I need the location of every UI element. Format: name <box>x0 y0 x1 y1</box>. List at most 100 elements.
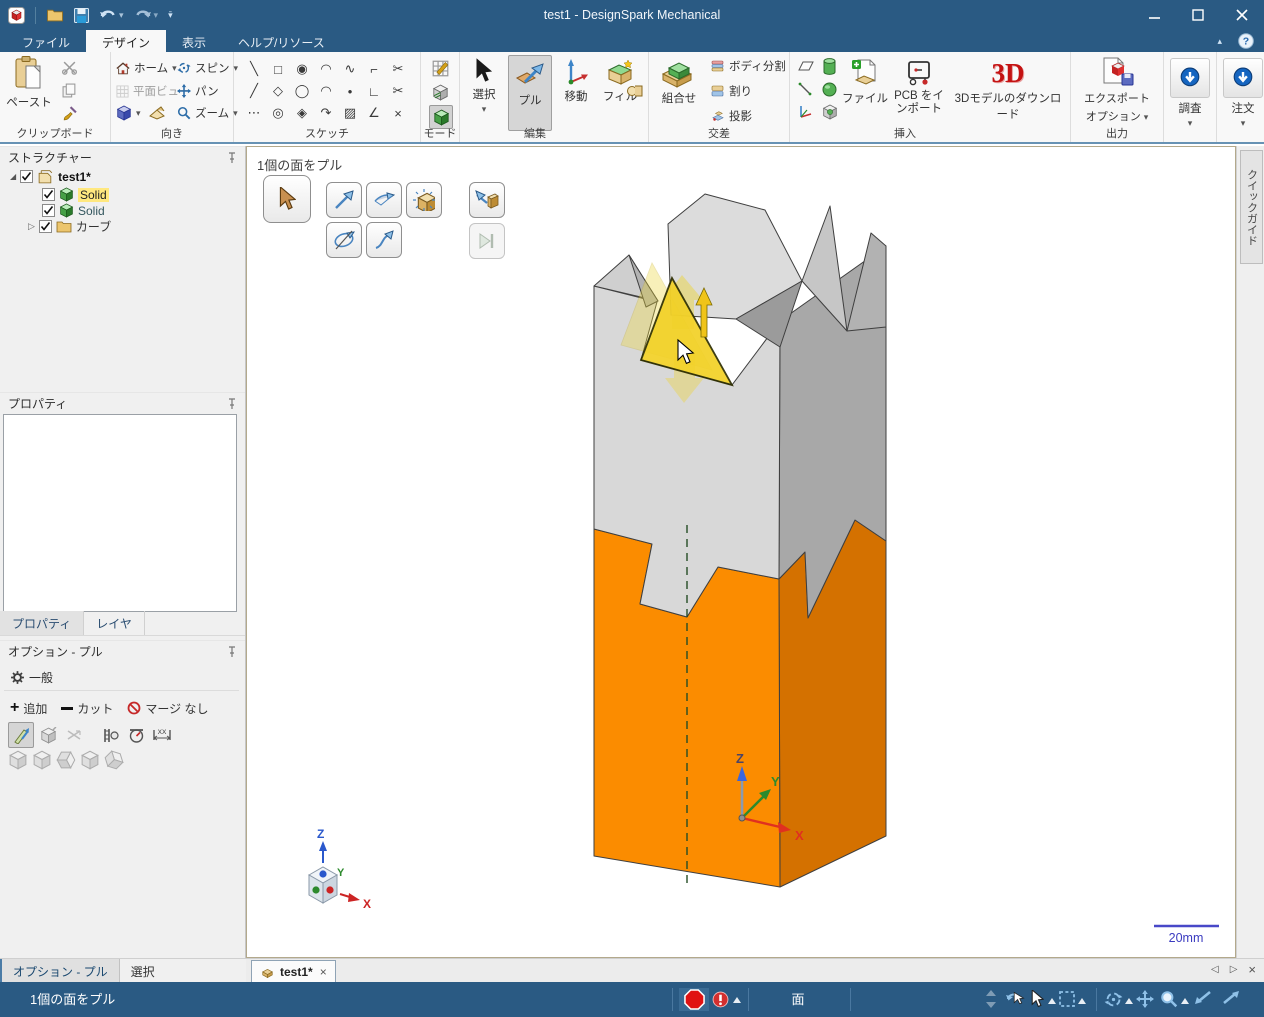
properties-tab[interactable]: プロパティ <box>0 611 85 635</box>
split-face-button[interactable]: 割り <box>711 83 752 99</box>
insert-shell-icon[interactable] <box>822 104 838 120</box>
cut-option[interactable]: カット <box>61 700 113 717</box>
minibar-up-to-button[interactable] <box>469 182 505 218</box>
orientation-cube[interactable]: Z Y X <box>307 827 371 911</box>
close-button[interactable] <box>1220 0 1264 30</box>
ghost-option-icon[interactable] <box>100 746 128 774</box>
tree-row-solid-1[interactable]: Solid <box>42 186 109 203</box>
help-icon[interactable]: ? <box>1238 33 1254 49</box>
checkbox[interactable] <box>42 188 55 201</box>
gauge-option[interactable] <box>124 723 148 747</box>
tree-row-curves[interactable]: ▷ カーブ <box>28 218 111 235</box>
scene-3d[interactable]: Z Y X Z Y X 20mm <box>247 147 1235 957</box>
zoom-out-tool[interactable] <box>1194 990 1212 1005</box>
spinner-control[interactable] <box>985 989 997 1009</box>
spin-button[interactable]: スピン ▾ <box>177 60 238 76</box>
sketch-plane-icon[interactable] <box>148 106 165 120</box>
sketch-tool-button[interactable]: ◎ <box>266 102 290 124</box>
menu-tab[interactable]: ヘルプ/リソース <box>222 30 341 52</box>
tree-collapse-icon[interactable]: ◢ <box>10 172 16 181</box>
minibar-select-button[interactable] <box>263 175 311 223</box>
tab-scroll-left-icon[interactable]: ◁ <box>1211 964 1219 975</box>
sketch-tool-button[interactable]: ⋯ <box>242 102 266 124</box>
cut-button[interactable] <box>62 60 77 75</box>
download-3d-model-button[interactable]: 3D 3Dモデルのダウンロード <box>950 58 1066 122</box>
sketch-tool-button[interactable]: × <box>386 102 410 124</box>
minibar-sweep-button[interactable] <box>366 222 402 258</box>
sketch-tool-button[interactable]: ╱ <box>242 80 266 102</box>
paste-button[interactable]: ペースト <box>6 56 52 130</box>
combine-button[interactable]: 組合せ <box>653 58 705 106</box>
sketch-tool-button[interactable]: ◉ <box>290 58 314 80</box>
no-split-option[interactable] <box>62 723 86 747</box>
add-option[interactable]: + 追加 <box>10 700 47 717</box>
insert-cylinder-icon[interactable] <box>822 58 837 75</box>
viewport-3d[interactable]: 1個の面をプル Z Y X Z Y X 20mm <box>246 146 1236 958</box>
checkbox[interactable] <box>20 170 33 183</box>
open-document-icon[interactable] <box>46 8 64 22</box>
document-tab-close-icon[interactable]: × <box>320 965 327 979</box>
select-tool[interactable] <box>1031 990 1044 1008</box>
export-options-button[interactable]: エクスポート オプション ▾ <box>1077 56 1157 124</box>
minibar-scale-pull-button[interactable] <box>406 182 442 218</box>
move-tool-button[interactable]: 移動 <box>556 58 596 104</box>
sketch-tool-button[interactable]: ▨ <box>338 102 362 124</box>
insert-plane-icon[interactable] <box>798 60 814 72</box>
sketch-tool-button[interactable]: ∟ <box>362 80 386 102</box>
sketch-tool-button[interactable]: ◇ <box>266 80 290 102</box>
pin-icon[interactable] <box>227 646 237 658</box>
insert-sphere-icon[interactable] <box>822 82 837 97</box>
view-cube-button[interactable]: ▾ <box>116 105 165 121</box>
spin-view-expand-icon[interactable] <box>1125 998 1133 1004</box>
spin-view-tool[interactable] <box>1104 990 1123 1009</box>
copy-button[interactable] <box>62 83 77 98</box>
section-mode-button[interactable] <box>429 81 451 103</box>
import-pcb-button[interactable]: PCB をインポート <box>890 58 948 116</box>
properties-tab[interactable]: レイヤ <box>84 611 145 635</box>
sketch-tool-button[interactable]: ╲ <box>242 58 266 80</box>
minibar-revolve-button[interactable] <box>326 222 362 258</box>
blend-tool-icon[interactable] <box>626 82 644 100</box>
sketch-tool-button[interactable]: ✂ <box>386 58 410 80</box>
quick-guide-tab[interactable]: クイックガイド <box>1240 150 1263 264</box>
split-body-button[interactable]: ボディ分割 <box>711 58 786 74</box>
tree-row-solid-2[interactable]: Solid <box>42 202 105 219</box>
tree-row-root[interactable]: ◢ test1* <box>10 168 91 185</box>
home-view-button[interactable]: ホーム ▾ <box>116 60 177 76</box>
format-painter-button[interactable] <box>62 106 77 121</box>
ruler-dimension-option[interactable]: XX <box>150 723 174 747</box>
project-button[interactable]: 投影 <box>711 108 752 124</box>
collapse-ribbon-icon[interactable]: ▴ <box>1217 36 1222 47</box>
pin-icon[interactable] <box>227 152 237 164</box>
sketch-tool-button[interactable]: ◠ <box>314 80 338 102</box>
sketch-tool-button[interactable]: ∿ <box>338 58 362 80</box>
ghost-option-icon[interactable] <box>80 750 100 770</box>
tree-expand-icon[interactable]: ▷ <box>28 221 35 232</box>
minimize-button[interactable] <box>1132 0 1176 30</box>
sketch-tool-button[interactable]: ↷ <box>314 102 338 124</box>
panel-tab[interactable]: オプション - プル <box>0 959 120 982</box>
minibar-ruled-pull-button[interactable] <box>366 182 402 218</box>
menu-tab[interactable]: 表示 <box>166 30 222 52</box>
insert-axis-icon[interactable] <box>798 104 814 120</box>
ghost-option-icon[interactable] <box>32 750 52 770</box>
pull-tool-button[interactable]: プル <box>508 55 552 131</box>
pin-icon[interactable] <box>227 398 237 410</box>
sketch-tool-button[interactable]: ◠ <box>314 58 338 80</box>
zoom-in-tool[interactable] <box>1222 990 1240 1005</box>
tab-scroll-right-icon[interactable]: ▷ <box>1230 964 1238 975</box>
options-general-section[interactable]: 一般 <box>10 666 53 688</box>
selection-box-tool[interactable] <box>1058 990 1076 1008</box>
checkbox[interactable] <box>39 220 52 233</box>
insert-file-button[interactable]: ファイル <box>842 58 888 106</box>
panel-tab[interactable]: 選択 <box>120 959 166 982</box>
measure-option[interactable] <box>98 723 122 747</box>
ghost-option-icon[interactable] <box>56 750 76 770</box>
no-merge-option[interactable]: マージ なし <box>127 700 208 717</box>
sketch-tool-button[interactable]: • <box>338 80 362 102</box>
select-tool-expand-icon[interactable] <box>1048 998 1056 1004</box>
sketch-tool-button[interactable]: ◈ <box>290 102 314 124</box>
sketch-tool-button[interactable]: ◯ <box>290 80 314 102</box>
save-icon[interactable] <box>74 7 89 23</box>
sketch-tool-button[interactable]: □ <box>266 58 290 80</box>
